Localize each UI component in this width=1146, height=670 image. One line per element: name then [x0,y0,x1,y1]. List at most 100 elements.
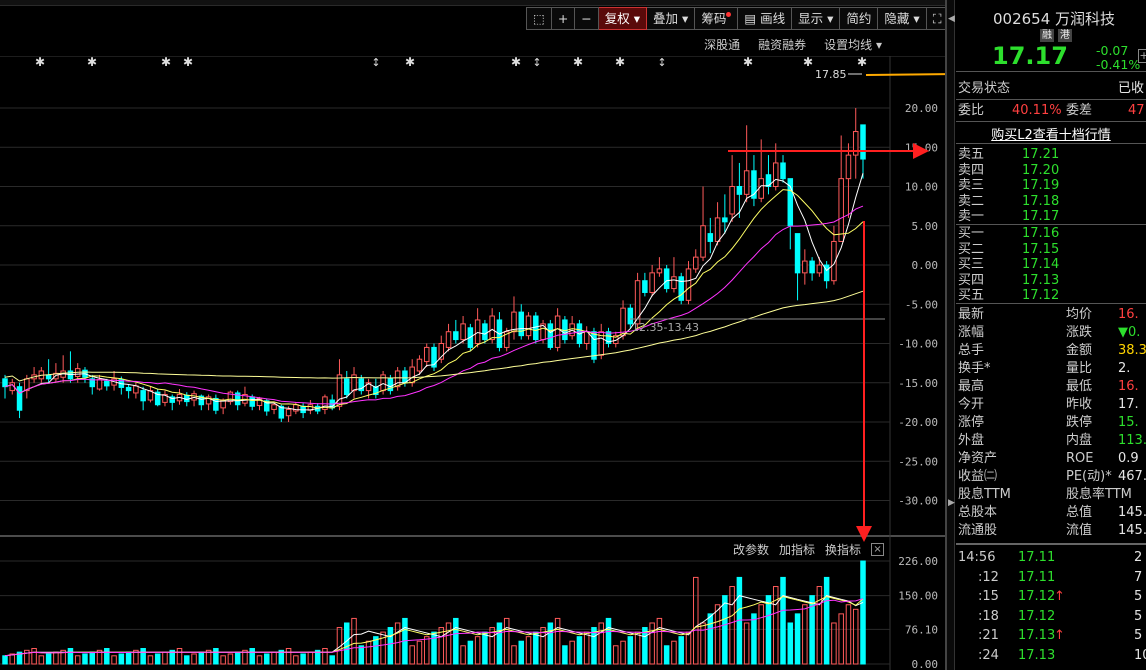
expand-right-icon[interactable]: ▶ [948,498,955,508]
candle [474,308,481,348]
switch-indicator-button[interactable]: 换指标 [825,541,861,558]
collapse-left-icon[interactable]: ◀ [948,14,955,24]
draw-line-button[interactable]: ▤ 画线 [738,7,793,30]
volume-bar [845,604,852,665]
volume-bar [45,653,52,665]
candle [569,316,575,340]
kline-chart[interactable]: 20.00 15.00 10.00 5.00 0.00 -5.00 -10.00 -15.00… [0,56,945,670]
restore-icon[interactable]: ⬚ [526,7,552,30]
candle-body [525,315,532,337]
volume-tick-label: 76.10 [905,623,938,636]
volume-bar [31,648,37,665]
candle-body [191,393,197,401]
event-star-icon: ✱ [857,56,867,69]
volume-bar [271,651,277,665]
candle-body [693,256,699,270]
candle [60,355,66,383]
candle-body [336,374,343,407]
candle [598,323,604,360]
hide-button[interactable]: 隐藏 ▾ [878,7,927,30]
y-tick-label: 15.00 [905,141,938,154]
candle [547,319,554,350]
overlay-button[interactable]: 叠加 ▾ [647,7,696,30]
zoom-in-button[interactable]: + [551,7,576,30]
volume-bar [780,576,786,665]
candle-body [802,260,808,274]
volume-bar [838,613,844,665]
volume-bar [111,655,117,665]
candle [845,143,852,218]
candle-body [133,385,139,394]
candle-body [860,124,866,160]
candle-body [743,170,750,195]
quote-label: 收益㈡ [958,469,998,484]
y-tick-label: -20.00 [898,416,938,429]
volume-bar [503,617,510,665]
chart-subbar: 深股通 融资融券 设置均线 ▾ [704,36,882,53]
quote-value: 2. [1118,361,1131,376]
candle [685,261,692,305]
close-indicator-icon[interactable]: × [871,543,885,556]
volume-bar [685,631,692,665]
candle [53,363,59,383]
volume-bar [154,653,161,665]
candle [743,125,750,203]
y-tick-label: 20.00 [905,102,938,115]
quote-label: 涨跌 [1066,325,1093,340]
divider [956,143,1146,144]
candle [191,390,197,407]
candle [154,389,161,407]
candle [496,312,503,352]
add-watchlist-icon[interactable]: + [1138,49,1146,63]
quote-label: 昨收 [1066,397,1093,412]
volume-bar [765,595,772,665]
volume-bar [118,653,125,665]
candle-body [562,319,568,341]
candle [205,394,212,411]
tick-count: 5 [1134,628,1143,643]
sidebar-handle[interactable] [947,0,955,670]
margin-trading-link[interactable]: 融资融券 [758,36,806,53]
volume-bar [147,655,154,665]
tick-time: 14:56 [958,550,996,565]
quote-value: 113.81 [1118,433,1146,448]
candle [794,233,801,301]
quote-label: 最新 [958,307,985,322]
hk-connect-link[interactable]: 深股通 [704,36,740,53]
adjust-rights-button[interactable]: 复权 ▾ [598,7,648,30]
y-tick-label: -10.00 [898,338,938,351]
volume-bar [518,640,525,665]
volume-bar [300,653,306,665]
display-button[interactable]: 显示 ▾ [792,7,841,30]
quote-label: 股息率TTM [1066,487,1132,502]
volume-bar [496,622,503,665]
chips-button[interactable]: 筹码 [695,7,739,30]
add-indicator-button[interactable]: 加指标 [779,541,815,558]
volume-bar [547,622,554,665]
high-price-label: 17.85 [815,68,847,81]
ma-settings-link[interactable]: 设置均线 ▾ [824,36,882,53]
volume-bar [613,645,619,665]
volume-bar [191,653,197,665]
zoom-out-button[interactable]: − [575,7,599,30]
candle-body [16,386,23,411]
volume-bar [2,655,8,665]
volume-bar [634,631,641,665]
candle [852,108,859,179]
hk-tag: 港 [1058,29,1072,42]
candle [176,389,183,405]
volume-bar [852,608,859,665]
candle-body [394,370,401,388]
volume-bar [671,640,677,665]
quote-value: 38.39 [1118,343,1146,358]
stock-header: 002654 万润科技 融 港 17.17 -0.07 -0.41% + [956,0,1146,72]
quote-value: 145.1 [1118,523,1146,538]
simple-button[interactable]: 简约 [840,7,879,30]
candle-body [722,217,728,223]
candle [423,343,430,368]
quote-label: PE(动)* [1066,469,1112,484]
edit-params-button[interactable]: 改参数 [733,541,769,558]
l2-upgrade-link[interactable]: 购买L2查看十档行情 [956,124,1146,143]
candle-body [772,162,779,187]
quote-label: 净资产 [958,451,998,466]
